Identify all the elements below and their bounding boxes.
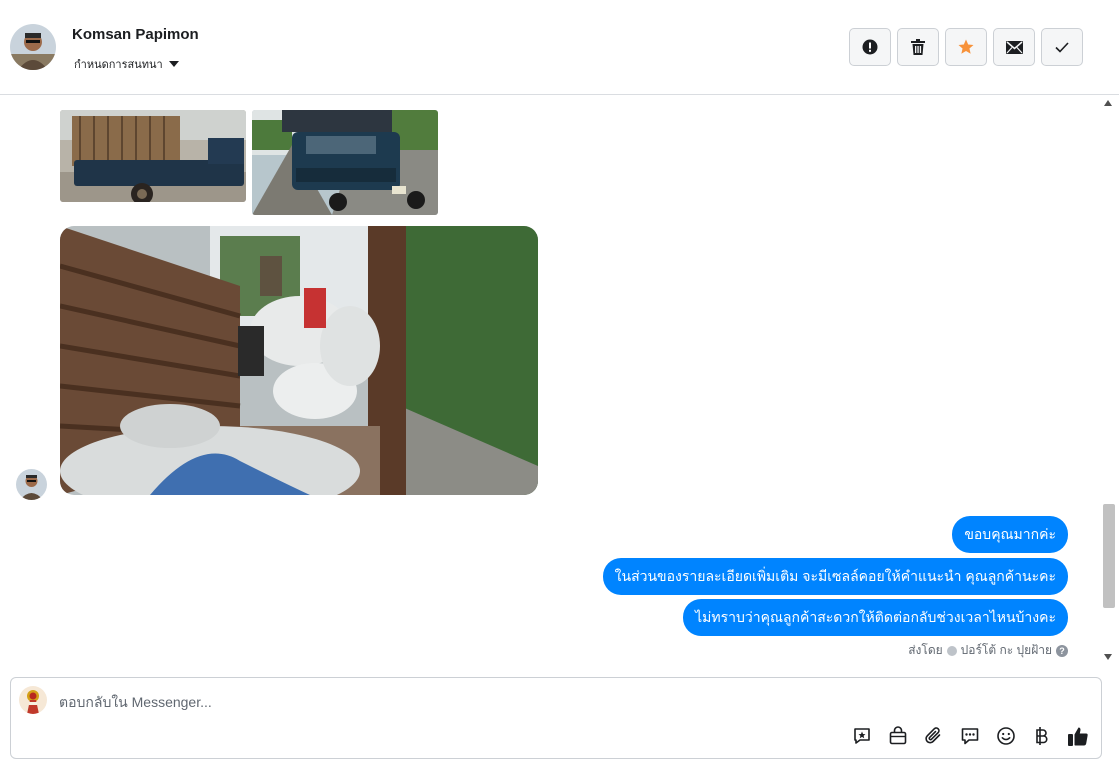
- contact-avatar-small: [16, 469, 47, 500]
- payment-button[interactable]: [1031, 725, 1053, 747]
- help-icon[interactable]: ?: [1056, 644, 1068, 657]
- mark-done-button[interactable]: [1041, 28, 1083, 66]
- scroll-up-arrow-icon[interactable]: [1104, 100, 1112, 106]
- sent-message-bubble[interactable]: ไม่ทราบว่าคุณลูกค้าสะดวกให้ติดต่อกลับช่ว…: [683, 599, 1068, 636]
- like-button[interactable]: [1067, 725, 1089, 747]
- shop-icon: [889, 726, 907, 745]
- spam-button[interactable]: [849, 28, 891, 66]
- assign-conversation-dropdown[interactable]: กำหนดการสนทนา: [74, 55, 179, 73]
- contact-name: Komsan Papimon: [72, 26, 199, 43]
- caret-down-icon: [168, 61, 179, 67]
- saved-reply-icon: [854, 728, 870, 744]
- sent-message-bubble[interactable]: ขอบคุณมากค่ะ: [952, 516, 1068, 553]
- page-avatar: [19, 686, 47, 714]
- saved-reply-button[interactable]: [851, 725, 873, 747]
- emoji-button[interactable]: [995, 725, 1017, 747]
- sent-message-bubble[interactable]: ในส่วนของรายละเอียดเพิ่มเติม จะมีเซลล์คอ…: [602, 558, 1068, 595]
- reply-input[interactable]: [59, 692, 759, 712]
- shop-button[interactable]: [887, 725, 909, 747]
- scrollbar-thumb[interactable]: [1103, 504, 1115, 608]
- sent-by-info: ส่งโดย ปอร์โต้ กะ ปุยฝ้าย ?: [908, 641, 1068, 660]
- sent-by-name: ปอร์โต้ กะ ปุยฝ้าย: [960, 643, 1052, 657]
- message-scrollbar[interactable]: [1101, 96, 1115, 664]
- trash-icon: [911, 39, 925, 55]
- faq-button[interactable]: [959, 725, 981, 747]
- scroll-down-arrow-icon[interactable]: [1104, 654, 1112, 660]
- sent-by-label: ส่งโดย: [908, 643, 943, 657]
- mark-unread-button[interactable]: [993, 28, 1035, 66]
- message-photo[interactable]: [60, 226, 538, 495]
- faq-icon: [961, 728, 979, 745]
- check-icon: [1055, 41, 1069, 53]
- star-icon: [958, 39, 974, 54]
- message-thread[interactable]: ขอบคุณมากค่ะ ในส่วนของรายละเอียดเพิ่มเติ…: [0, 95, 1119, 665]
- attachment-icon: [925, 727, 941, 744]
- reply-composer: [10, 677, 1102, 759]
- baht-icon: [1036, 727, 1048, 745]
- envelope-icon: [1005, 40, 1023, 54]
- alert-icon: [862, 39, 878, 55]
- delete-button[interactable]: [897, 28, 939, 66]
- star-button[interactable]: [945, 28, 987, 66]
- contact-avatar[interactable]: [10, 24, 56, 70]
- message-photo[interactable]: [60, 110, 246, 202]
- assign-label: กำหนดการสนทนา: [74, 59, 163, 71]
- message-photo[interactable]: [252, 110, 438, 215]
- like-icon: [1068, 727, 1088, 746]
- status-dot-icon: [946, 645, 957, 656]
- attach-button[interactable]: [923, 725, 945, 747]
- conversation-header: Komsan Papimon กำหนดการสนทนา: [0, 0, 1119, 95]
- emoji-icon: [997, 727, 1015, 745]
